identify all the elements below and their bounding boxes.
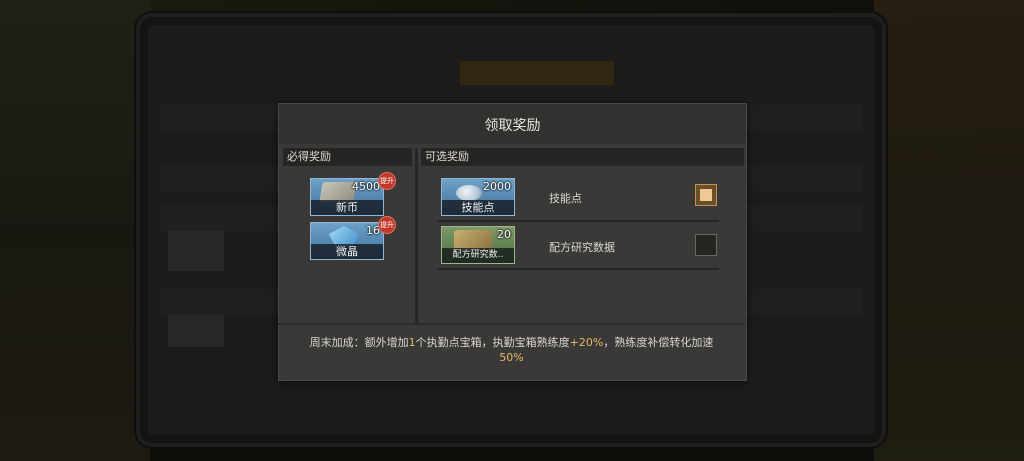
guaranteed-rewards-header: 必得奖励 xyxy=(283,148,412,166)
crystal-icon xyxy=(329,226,359,246)
footer-divider xyxy=(278,323,745,325)
checkbox-checked-mark xyxy=(700,189,712,201)
item-label: 微晶 xyxy=(311,244,383,259)
weekend-bonus-text: 周末加成：额外增加1个执勤点宝箱，执勤宝箱熟练度+20%，熟练度补偿转化加速 50… xyxy=(300,335,723,365)
option-label-skill-point: 技能点 xyxy=(549,192,582,205)
checkbox-skill-point[interactable] xyxy=(695,184,717,206)
item-label: 技能点 xyxy=(442,200,514,215)
bonus-text-part: 周末加成：额外增加 xyxy=(309,336,409,349)
checkbox-recipe-data[interactable] xyxy=(695,234,717,256)
row-divider xyxy=(437,268,719,270)
optional-rewards-header: 可选奖励 xyxy=(421,148,744,166)
boost-badge: 提升 xyxy=(378,172,396,190)
recipe-data-icon xyxy=(454,230,492,250)
dialog-title: 领取奖励 xyxy=(279,104,746,144)
item-count: 20 xyxy=(497,228,511,241)
item-count: 2000 xyxy=(483,180,511,193)
bonus-highlight: 1 xyxy=(408,336,416,349)
bonus-highlight: +20% xyxy=(569,336,604,349)
bonus-highlight: 50% xyxy=(499,351,524,364)
reward-item-recipe-data[interactable]: 20 配方研究数.. xyxy=(441,226,515,264)
bonus-text-part: 个执勤点宝箱，执勤宝箱熟练度 xyxy=(415,336,570,349)
reward-item-new-coin[interactable]: 4500 新币 xyxy=(310,178,384,216)
reward-item-skill-point[interactable]: 2000 技能点 xyxy=(441,178,515,216)
row-divider xyxy=(437,220,719,222)
skill-point-icon xyxy=(456,185,482,201)
item-count: 4500 xyxy=(352,180,380,193)
item-label: 配方研究数.. xyxy=(442,248,514,263)
boost-badge: 提升 xyxy=(378,216,396,234)
option-label-recipe-data: 配方研究数据 xyxy=(549,241,615,254)
column-divider xyxy=(415,148,418,323)
bonus-text-part: ，熟练度补偿转化加速 xyxy=(603,336,714,349)
item-label: 新币 xyxy=(311,200,383,215)
reward-item-microcrystal[interactable]: 16 微晶 xyxy=(310,222,384,260)
